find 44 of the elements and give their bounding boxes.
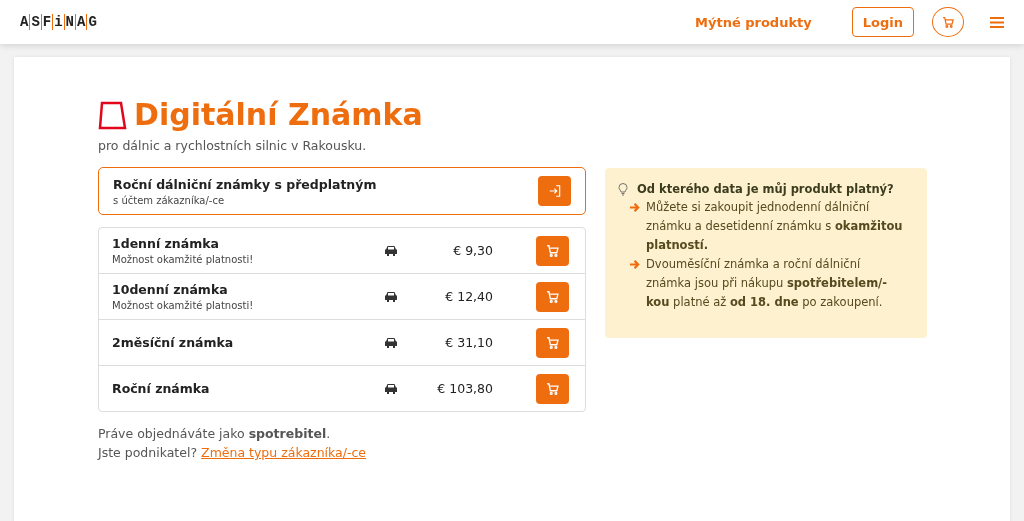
login-button[interactable]: [538, 176, 571, 206]
cart-icon: [545, 335, 560, 350]
subscription-title: Roční dálniční známky s předplatným: [113, 176, 378, 192]
product-price: € 9,30: [452, 243, 493, 258]
info-text: Dvouměsíční známka a roční dálniční známka jsou při nákupu spotřebitelem/-kou platné až od 18. dne po zakoupení.: [646, 256, 889, 311]
page-subtitle: pro dálnic a rychlostních silnic v Rakousku.: [98, 138, 368, 153]
add-to-cart-button[interactable]: [536, 235, 569, 266]
car-icon: [384, 337, 398, 348]
login-button[interactable]: Login: [851, 7, 914, 37]
arrow-icon: [629, 202, 640, 213]
add-to-cart-button[interactable]: [536, 281, 569, 312]
change-customer-type-link[interactable]: Změna typu zákazníka/-ce: [201, 443, 366, 462]
arrow-icon: [629, 259, 640, 270]
product-name: 2měsíční známka: [112, 335, 235, 350]
product-note: Možnost okamžité platnosti!: [112, 254, 255, 265]
product-name: 10denní známka: [112, 282, 229, 297]
car-icon: [384, 245, 398, 256]
business-question: Jste podnikatel?: [98, 444, 198, 462]
add-to-cart-button[interactable]: [536, 327, 569, 358]
cart-icon: [545, 243, 560, 258]
subscription-note: s účtem zákazníka/-ce: [113, 194, 226, 206]
lightbulb-icon: [617, 182, 629, 196]
cart-icon: [941, 15, 955, 29]
nav-link[interactable]: Mýtné produkty: [695, 14, 812, 30]
info-title: Od kterého data je můj produkt platný?: [637, 182, 894, 196]
cart-button[interactable]: [932, 7, 964, 37]
product-name: 1denní známka: [112, 236, 220, 251]
cart-icon: [545, 381, 560, 396]
product-price: € 12,40: [444, 289, 493, 304]
product-note: Možnost okamžité platnosti!: [112, 300, 255, 311]
page-title: Digitální Známka: [134, 97, 423, 132]
product-name: Roční známka: [112, 381, 211, 396]
menu-button[interactable]: [990, 16, 1004, 28]
car-icon: [384, 383, 398, 394]
car-icon: [384, 291, 398, 302]
product-price: € 103,80: [436, 381, 493, 396]
customer-type-text: Práve objednáváte jako spotrebitel.: [98, 425, 332, 443]
vignette-icon: [98, 99, 128, 130]
product-price: € 31,10: [444, 335, 493, 350]
cart-icon: [545, 289, 560, 304]
add-to-cart-button[interactable]: [536, 373, 569, 404]
menu-icon: [990, 16, 1004, 28]
info-text: Můžete si zakoupit jednodenní dálniční známku a desetidenní známku s okamžitou platností.: [646, 199, 904, 254]
login-icon: [547, 184, 562, 198]
